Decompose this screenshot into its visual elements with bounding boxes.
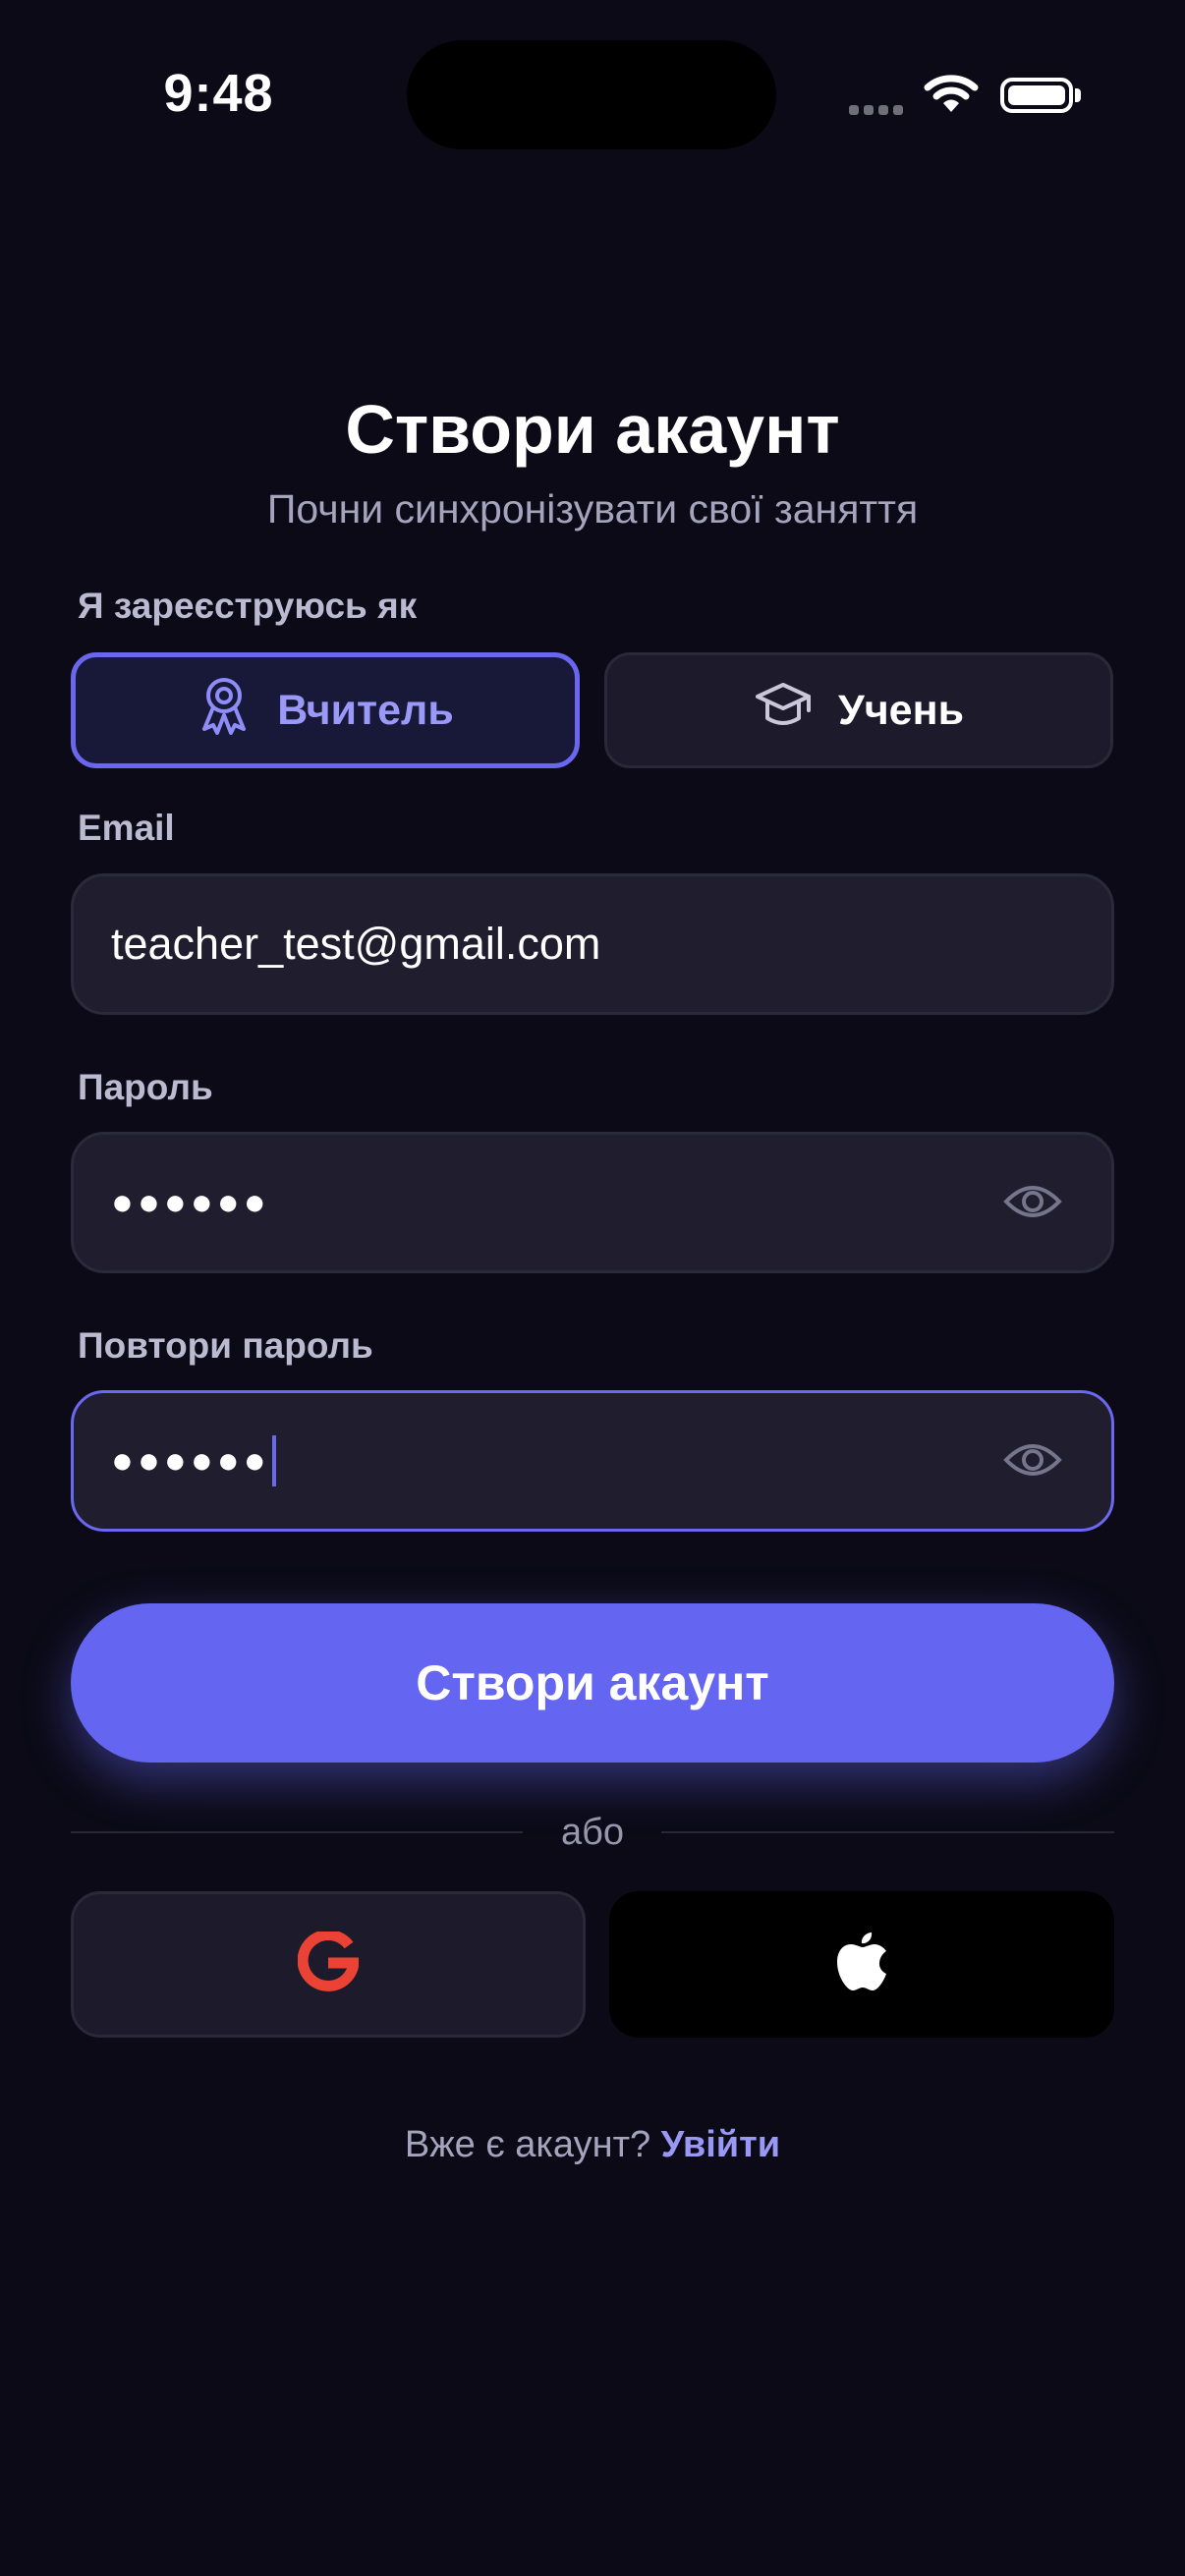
text-caret (271, 1435, 276, 1486)
password-repeat-value: ●●●●●● (111, 1439, 270, 1482)
battery-nub (1075, 88, 1081, 102)
apple-icon (834, 1930, 889, 1999)
password-value: ●●●●●● (111, 1181, 270, 1223)
email-value: teacher_test@gmail.com (111, 919, 601, 969)
divider-line-right (661, 1831, 1114, 1833)
dynamic-island (407, 40, 776, 149)
password-label: Пароль (78, 1067, 213, 1107)
password-repeat-label: Повтори пароль (78, 1325, 373, 1366)
page-subtitle: Почни синхронізувати свої заняття (266, 486, 919, 532)
cellular-signal-icon (849, 102, 908, 120)
eye-icon[interactable] (1003, 1434, 1062, 1490)
status-time: 9:48 (163, 64, 274, 123)
google-signin-button[interactable] (71, 1891, 586, 2038)
signin-prompt: Вже є акаунт? Увійти (0, 2117, 1185, 2172)
role-label: Я зареєструюсь як (78, 586, 418, 626)
role-teacher-button[interactable]: Вчитель (71, 652, 580, 768)
create-account-button[interactable]: Створи акаунт (71, 1603, 1114, 1763)
page-title: Створи акаунт (345, 391, 840, 468)
eye-icon[interactable] (1003, 1176, 1062, 1232)
role-student-button[interactable]: Учень (604, 652, 1113, 768)
battery-icon (1000, 78, 1073, 113)
password-repeat-field[interactable]: ●●●●●● (71, 1390, 1114, 1532)
google-icon (297, 1930, 361, 1997)
award-ribbon-icon (197, 676, 252, 746)
email-label: Email (78, 808, 175, 848)
divider-text: або (560, 1812, 625, 1853)
role-teacher-label: Вчитель (277, 686, 454, 734)
divider-line-left (71, 1831, 523, 1833)
email-field[interactable]: teacher_test@gmail.com (71, 873, 1114, 1015)
role-student-label: Учень (837, 686, 965, 734)
signin-prompt-text: Вже є акаунт? (404, 2124, 651, 2165)
signin-link[interactable]: Увійти (661, 2124, 780, 2165)
wifi-icon (924, 73, 979, 119)
graduation-cap-icon (754, 679, 813, 743)
password-field[interactable]: ●●●●●● (71, 1132, 1114, 1273)
apple-signin-button[interactable] (609, 1891, 1114, 2038)
password-repeat-value-wrap: ●●●●●● (111, 1393, 276, 1529)
